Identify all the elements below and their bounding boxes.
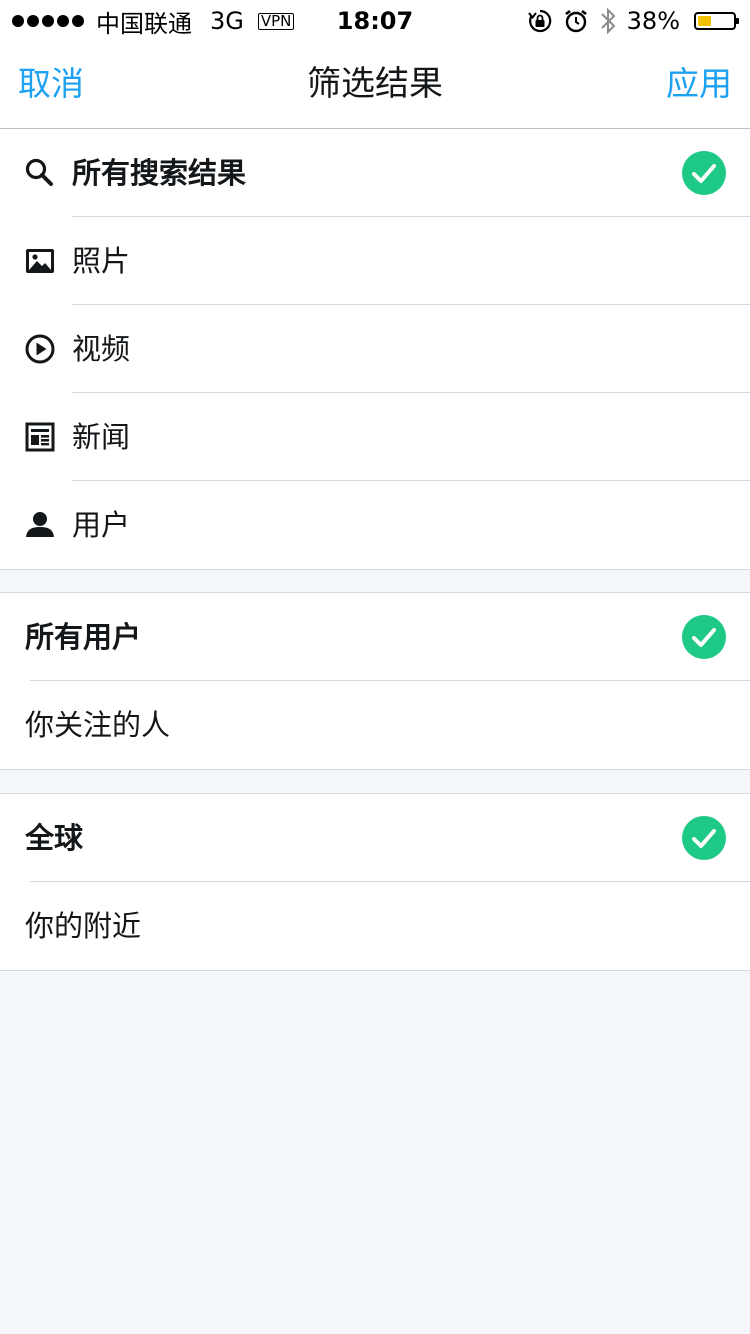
alarm-icon: [564, 9, 587, 33]
signal-strength-icon: [12, 15, 84, 27]
filter-label: 你的附近: [25, 909, 142, 943]
news-icon: [25, 422, 55, 452]
filter-label: 照片: [72, 244, 131, 278]
status-bar: 中国联通 3G VPN 18:07 38%: [0, 0, 750, 40]
search-icon: [25, 158, 53, 186]
people-section: 所有用户 你关注的人: [0, 592, 750, 770]
checkmark-icon: [682, 615, 726, 659]
filter-row-global[interactable]: 全球: [0, 794, 750, 882]
filter-row-users[interactable]: 用户: [0, 481, 750, 569]
page-title: 筛选结果: [307, 64, 443, 104]
filter-row-nearby[interactable]: 你的附近: [0, 882, 750, 970]
battery-percent: 38%: [626, 7, 680, 35]
location-section: 全球 你的附近: [0, 793, 750, 971]
nav-bar: 取消 筛选结果 应用: [0, 40, 750, 129]
filter-label: 所有搜索结果: [72, 156, 247, 190]
vpn-badge: VPN: [257, 12, 295, 30]
filter-row-all-users[interactable]: 所有用户: [0, 593, 750, 681]
status-right: 38%: [527, 6, 739, 36]
filter-label: 用户: [72, 508, 131, 542]
carrier-name: 中国联通: [96, 9, 192, 38]
bluetooth-icon: [600, 7, 616, 35]
filter-label: 所有用户: [25, 620, 142, 654]
filter-label: 视频: [72, 332, 131, 366]
battery-level-fill: [698, 16, 711, 26]
rotation-lock-icon: [527, 9, 551, 33]
filter-label: 新闻: [72, 420, 131, 454]
filter-row-news[interactable]: 新闻: [0, 393, 750, 481]
result-type-section: 所有搜索结果 照片 视频 新闻 用户: [0, 129, 750, 570]
checkmark-icon: [682, 816, 726, 860]
status-left: 中国联通 3G VPN: [12, 6, 295, 38]
filter-row-following[interactable]: 你关注的人: [0, 681, 750, 769]
apply-button[interactable]: 应用: [666, 40, 732, 128]
photo-icon: [26, 249, 54, 273]
checkmark-icon: [682, 151, 726, 195]
filter-row-photos[interactable]: 照片: [0, 217, 750, 305]
user-icon: [26, 512, 54, 537]
filter-label: 你关注的人: [25, 708, 171, 742]
battery-icon: [694, 12, 739, 30]
network-type: 3G: [210, 7, 244, 35]
filter-row-all-results[interactable]: 所有搜索结果: [0, 129, 750, 217]
filter-label: 全球: [25, 821, 84, 855]
filter-row-videos[interactable]: 视频: [0, 305, 750, 393]
video-play-icon: [25, 334, 55, 364]
